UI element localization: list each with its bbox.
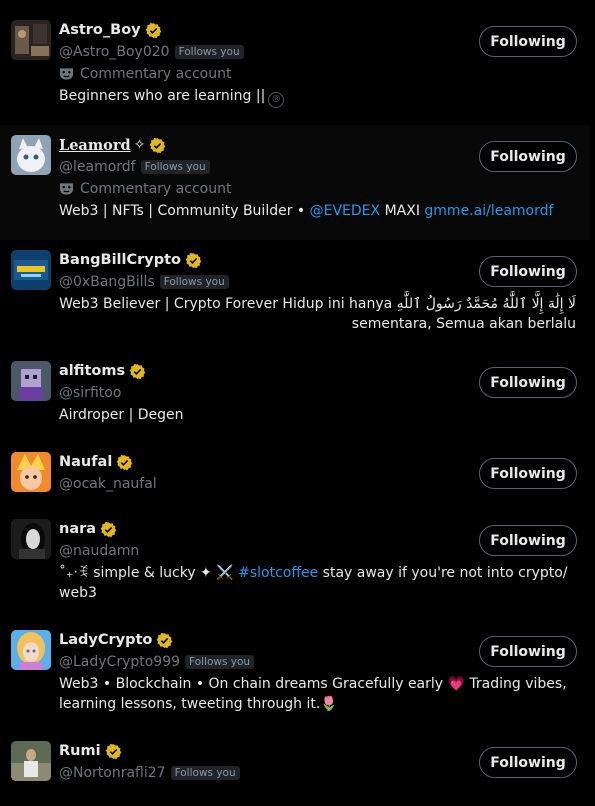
following-button[interactable]: Following bbox=[479, 458, 577, 489]
avatar[interactable] bbox=[11, 630, 51, 670]
follows-you-badge: Follows you bbox=[140, 160, 210, 174]
follows-you-badge: Follows you bbox=[174, 45, 244, 59]
user-cell[interactable]: BangBillCrypto @0xBangBills Follows you … bbox=[0, 250, 590, 345]
avatar[interactable] bbox=[11, 361, 51, 401]
user-handle[interactable]: @LadyCrypto999 bbox=[59, 654, 180, 670]
user-handle[interactable]: @naudamn bbox=[59, 543, 139, 559]
avatar[interactable] bbox=[11, 741, 51, 781]
user-bio: Web3 Believer | Crypto Forever Hidup ini… bbox=[59, 296, 576, 332]
registered-icon: ® bbox=[268, 92, 285, 108]
avatar[interactable] bbox=[11, 20, 51, 60]
display-name[interactable]: alfitoms bbox=[59, 363, 125, 379]
following-button[interactable]: Following bbox=[479, 525, 577, 556]
tulip-icon: 🌷 bbox=[320, 696, 338, 712]
user-cell[interactable]: LadyCrypto @LadyCrypto999 Follows you We… bbox=[0, 630, 590, 725]
follows-you-badge: Follows you bbox=[185, 655, 255, 669]
user-handle[interactable]: @Nortonrafli27 bbox=[59, 765, 166, 781]
following-button[interactable]: Following bbox=[479, 747, 577, 778]
website-link[interactable]: gmme.ai/leamordf bbox=[424, 203, 553, 219]
verified-badge-icon bbox=[105, 743, 121, 759]
following-button[interactable]: Following bbox=[479, 141, 577, 172]
mention-link[interactable]: @EVEDEX bbox=[310, 203, 381, 219]
user-bio: Airdroper | Degen bbox=[59, 407, 184, 423]
user-bio: Web3 | NFTs | Community Builder • @EVEDE… bbox=[59, 203, 554, 219]
sparkle-icon: ✧ bbox=[133, 137, 146, 153]
user-handle[interactable]: @ocak_naufal bbox=[59, 476, 157, 492]
display-name[interactable]: Leamord bbox=[59, 137, 131, 154]
user-cell[interactable]: alfitoms @sirfitoo Airdroper | Degen Fol… bbox=[0, 361, 590, 431]
user-handle[interactable]: @leamordf bbox=[59, 159, 136, 175]
user-bio: Web3 • Blockchain • On chain dreams Grac… bbox=[59, 676, 567, 712]
user-handle[interactable]: @Astro_Boy020 bbox=[59, 44, 170, 60]
display-name[interactable]: Astro_Boy bbox=[59, 22, 141, 38]
verified-badge-icon bbox=[150, 137, 166, 153]
verified-badge-icon bbox=[100, 521, 117, 537]
following-button[interactable]: Following bbox=[479, 256, 577, 287]
follows-you-badge: Follows you bbox=[159, 275, 229, 289]
theater-mask-icon bbox=[59, 68, 74, 80]
avatar[interactable] bbox=[11, 135, 51, 175]
following-list: Astro_Boy @Astro_Boy020 Follows you Comm… bbox=[0, 0, 595, 806]
user-bio: Beginners who are learning || ® bbox=[59, 86, 576, 108]
following-button[interactable]: Following bbox=[479, 636, 577, 667]
user-bio: ˚₊‧ꉂ simple & lucky ✦ ⚔️ #slotcoffee sta… bbox=[59, 565, 568, 601]
verified-badge-icon bbox=[129, 363, 146, 379]
avatar[interactable] bbox=[11, 250, 51, 290]
verified-badge-icon bbox=[117, 454, 133, 470]
follows-you-badge: Follows you bbox=[170, 766, 240, 780]
verified-badge-icon bbox=[145, 22, 161, 38]
user-cell[interactable]: Leamord ✧ @leamordf Follows you Commenta… bbox=[0, 125, 590, 240]
pink-heart-icon: 💗 bbox=[447, 676, 465, 692]
avatar[interactable] bbox=[11, 519, 51, 559]
display-name[interactable]: LadyCrypto bbox=[59, 632, 152, 648]
hashtag-link[interactable]: #slotcoffee bbox=[238, 565, 318, 581]
following-button[interactable]: Following bbox=[479, 367, 577, 398]
following-button[interactable]: Following bbox=[479, 26, 577, 57]
display-name[interactable]: Naufal bbox=[59, 454, 112, 470]
user-handle[interactable]: @0xBangBills bbox=[59, 274, 155, 290]
verified-badge-icon bbox=[157, 632, 173, 648]
display-name[interactable]: nara bbox=[59, 521, 96, 537]
user-cell[interactable]: Rumi @Nortonrafli27 Follows you Followin… bbox=[0, 741, 590, 791]
display-name[interactable]: BangBillCrypto bbox=[59, 252, 181, 268]
user-handle[interactable]: @sirfitoo bbox=[59, 385, 121, 401]
avatar[interactable] bbox=[11, 452, 51, 492]
display-name[interactable]: Rumi bbox=[59, 743, 101, 759]
commentary-account-label: Commentary account bbox=[59, 64, 576, 84]
commentary-account-label: Commentary account bbox=[59, 179, 576, 199]
user-cell[interactable]: nara @naudamn ˚₊‧ꉂ simple & lucky ✦ ⚔️ #… bbox=[0, 519, 590, 609]
user-cell[interactable]: Naufal @ocak_naufal Following bbox=[0, 452, 590, 500]
verified-badge-icon bbox=[185, 252, 202, 268]
user-cell[interactable]: Astro_Boy @Astro_Boy020 Follows you Comm… bbox=[0, 20, 590, 115]
theater-mask-icon bbox=[59, 183, 74, 195]
